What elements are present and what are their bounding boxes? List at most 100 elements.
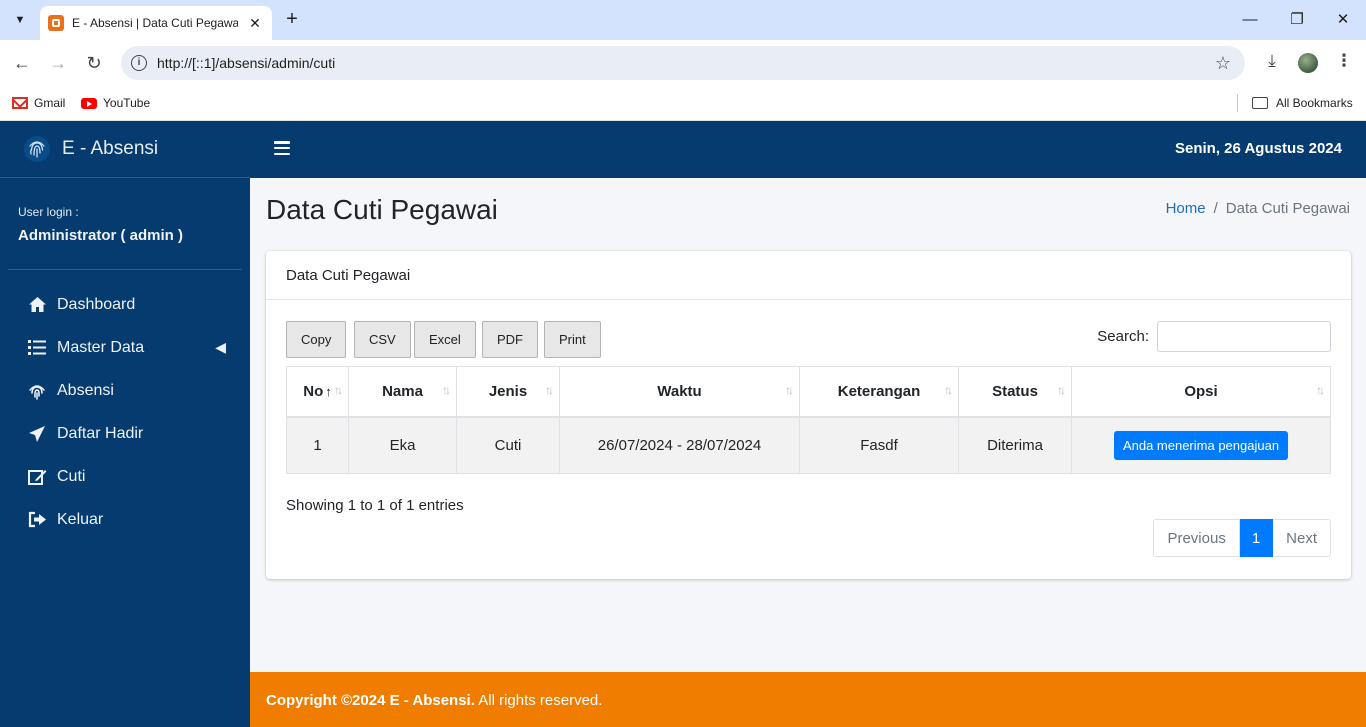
footer-copyright: Copyright ©2024 E - Absensi. [266, 692, 475, 709]
edit-icon [27, 467, 47, 487]
column-label: Nama [382, 382, 423, 400]
brand-link[interactable]: E - Absensi [0, 121, 250, 178]
sidebar-item-label: Absensi [57, 381, 114, 399]
column-header-no[interactable]: No ↑ ↑↓ [286, 366, 349, 418]
tab-search-button[interactable]: ▼ [8, 8, 32, 32]
home-icon [27, 295, 47, 315]
csv-button[interactable]: CSV [354, 321, 411, 358]
user-login-label: User login : [18, 205, 79, 219]
print-button[interactable]: Print [544, 321, 601, 358]
column-label: No [303, 382, 324, 400]
column-label: Keterangan [837, 382, 921, 400]
cell-keterangan: Fasdf [799, 416, 959, 474]
pdf-button[interactable]: PDF [482, 321, 538, 358]
bookmark-star-icon[interactable]: ☆ [1215, 53, 1231, 74]
chevron-down-icon: ▼ [14, 14, 26, 26]
close-window-icon[interactable]: ✕ [1331, 8, 1355, 32]
url-text[interactable]: http://[::1]/absensi/admin/cuti [157, 55, 335, 71]
pagination: Previous 1 Next [1153, 519, 1331, 557]
bookmarks-bar: Gmail YouTube All Bookmarks [0, 86, 1366, 121]
breadcrumb: Home / Data Cuti Pegawai [1166, 200, 1350, 217]
new-tab-button[interactable]: + [282, 9, 302, 31]
tab-close-icon[interactable]: ✕ [246, 15, 264, 32]
sidebar-item-keluar[interactable]: Keluar [0, 498, 250, 541]
column-label: Jenis [488, 382, 528, 400]
bookmarks-divider [1237, 94, 1238, 112]
minimize-icon[interactable]: — [1238, 8, 1262, 32]
sidebar-menu: Dashboard Master Data ◀ Absensi Daftar H… [0, 270, 250, 541]
profile-avatar[interactable] [1298, 53, 1318, 73]
cell-waktu: 26/07/2024 - 28/07/2024 [559, 416, 800, 474]
sidebar-item-cuti[interactable]: Cuti [0, 455, 250, 498]
user-panel: User login : Administrator ( admin ) [0, 178, 250, 269]
cell-nama: Eka [348, 416, 457, 474]
breadcrumb-separator: / [1213, 200, 1218, 217]
forward-icon[interactable]: → [46, 51, 70, 75]
table-info: Showing 1 to 1 of 1 entries [286, 497, 464, 514]
data-card: Data Cuti Pegawai Copy CSV Excel PDF Pri… [266, 251, 1351, 579]
fingerprint-logo-icon [24, 136, 50, 162]
breadcrumb-current: Data Cuti Pegawai [1225, 200, 1350, 217]
menu-kebab-icon[interactable]: ⋮ [1332, 51, 1356, 71]
all-bookmarks[interactable]: All Bookmarks [1252, 93, 1353, 113]
tab-title: E - Absensi | Data Cuti Pegawai [72, 16, 238, 30]
current-date: Senin, 26 Agustus 2024 [1174, 140, 1342, 157]
favicon-icon [48, 15, 64, 31]
column-header-nama[interactable]: Nama ↑↓ [348, 366, 457, 418]
sidebar-item-label: Keluar [57, 510, 104, 528]
column-header-jenis[interactable]: Jenis ↑↓ [456, 366, 560, 418]
download-icon[interactable]: ⤓ [1260, 51, 1284, 71]
footer-rights: All rights reserved. [474, 692, 603, 709]
search-label: Search: [1097, 328, 1149, 345]
sidebar-item-absensi[interactable]: Absensi [0, 369, 250, 412]
sidebar-item-daftar-hadir[interactable]: Daftar Hadir [0, 412, 250, 455]
next-page-button[interactable]: Next [1273, 519, 1331, 557]
bookmark-youtube[interactable]: YouTube [81, 93, 150, 113]
excel-button[interactable]: Excel [414, 321, 476, 358]
address-bar[interactable]: i http://[::1]/absensi/admin/cuti ☆ [121, 46, 1245, 80]
table-row: 1 Eka Cuti 26/07/2024 - 28/07/2024 Fasdf… [286, 416, 1331, 474]
column-label: Waktu [657, 382, 702, 400]
page-title: Data Cuti Pegawai [266, 194, 498, 225]
table-header-row: No ↑ ↑↓ Nama ↑↓ Jenis ↑↓ Waktu ↑↓ Keterangan ↑… [286, 366, 1331, 418]
column-header-keterangan[interactable]: Keterangan ↑↓ [799, 366, 959, 418]
sidebar-item-dashboard[interactable]: Dashboard [0, 283, 250, 326]
sidebar-item-label: Master Data [57, 338, 145, 356]
search-input[interactable] [1157, 321, 1331, 352]
fingerprint-icon [27, 381, 47, 401]
sidebar-item-master-data[interactable]: Master Data ◀ [0, 326, 250, 369]
cuti-table: No ↑ ↑↓ Nama ↑↓ Jenis ↑↓ Waktu ↑↓ Keterangan ↑… [286, 366, 1331, 474]
column-header-status[interactable]: Status ↑↓ [958, 366, 1072, 418]
hamburger-menu-icon[interactable] [274, 141, 290, 155]
sort-asc-icon: ↑ [325, 383, 332, 399]
sidebar-item-label: Cuti [57, 467, 86, 485]
sidebar-item-label: Daftar Hadir [57, 424, 144, 442]
page-1-button[interactable]: 1 [1239, 519, 1274, 557]
column-label: Opsi [1184, 382, 1218, 400]
paper-plane-icon [27, 424, 47, 444]
accept-request-button[interactable]: Anda menerima pengajuan [1113, 430, 1289, 460]
cell-jenis: Cuti [456, 416, 560, 474]
previous-page-button[interactable]: Previous [1153, 519, 1240, 557]
folder-icon [1252, 97, 1268, 109]
reload-icon[interactable]: ↻ [82, 51, 106, 75]
gmail-icon [12, 97, 28, 109]
column-header-opsi[interactable]: Opsi ↑↓ [1071, 366, 1331, 418]
site-info-icon[interactable]: i [131, 55, 147, 71]
bookmark-gmail[interactable]: Gmail [12, 93, 65, 113]
browser-tab[interactable]: E - Absensi | Data Cuti Pegawai ✕ [40, 6, 272, 40]
sort-icon: ↑↓ [1057, 383, 1066, 397]
top-navbar: Senin, 26 Agustus 2024 [250, 121, 1366, 178]
sort-icon: ↑↓ [545, 383, 554, 397]
back-icon[interactable]: ← [10, 51, 34, 75]
column-header-waktu[interactable]: Waktu ↑↓ [559, 366, 800, 418]
all-bookmarks-label: All Bookmarks [1276, 96, 1353, 110]
copy-button[interactable]: Copy [286, 321, 347, 358]
sort-icon: ↑↓ [334, 383, 343, 397]
restore-icon[interactable]: ❐ [1285, 8, 1309, 32]
card-title: Data Cuti Pegawai [266, 251, 1351, 300]
sidebar-item-label: Dashboard [57, 295, 136, 313]
footer: Copyright ©2024 E - Absensi. All rights … [250, 672, 1366, 727]
breadcrumb-home-link[interactable]: Home [1166, 200, 1206, 217]
bookmark-label: YouTube [103, 96, 151, 110]
